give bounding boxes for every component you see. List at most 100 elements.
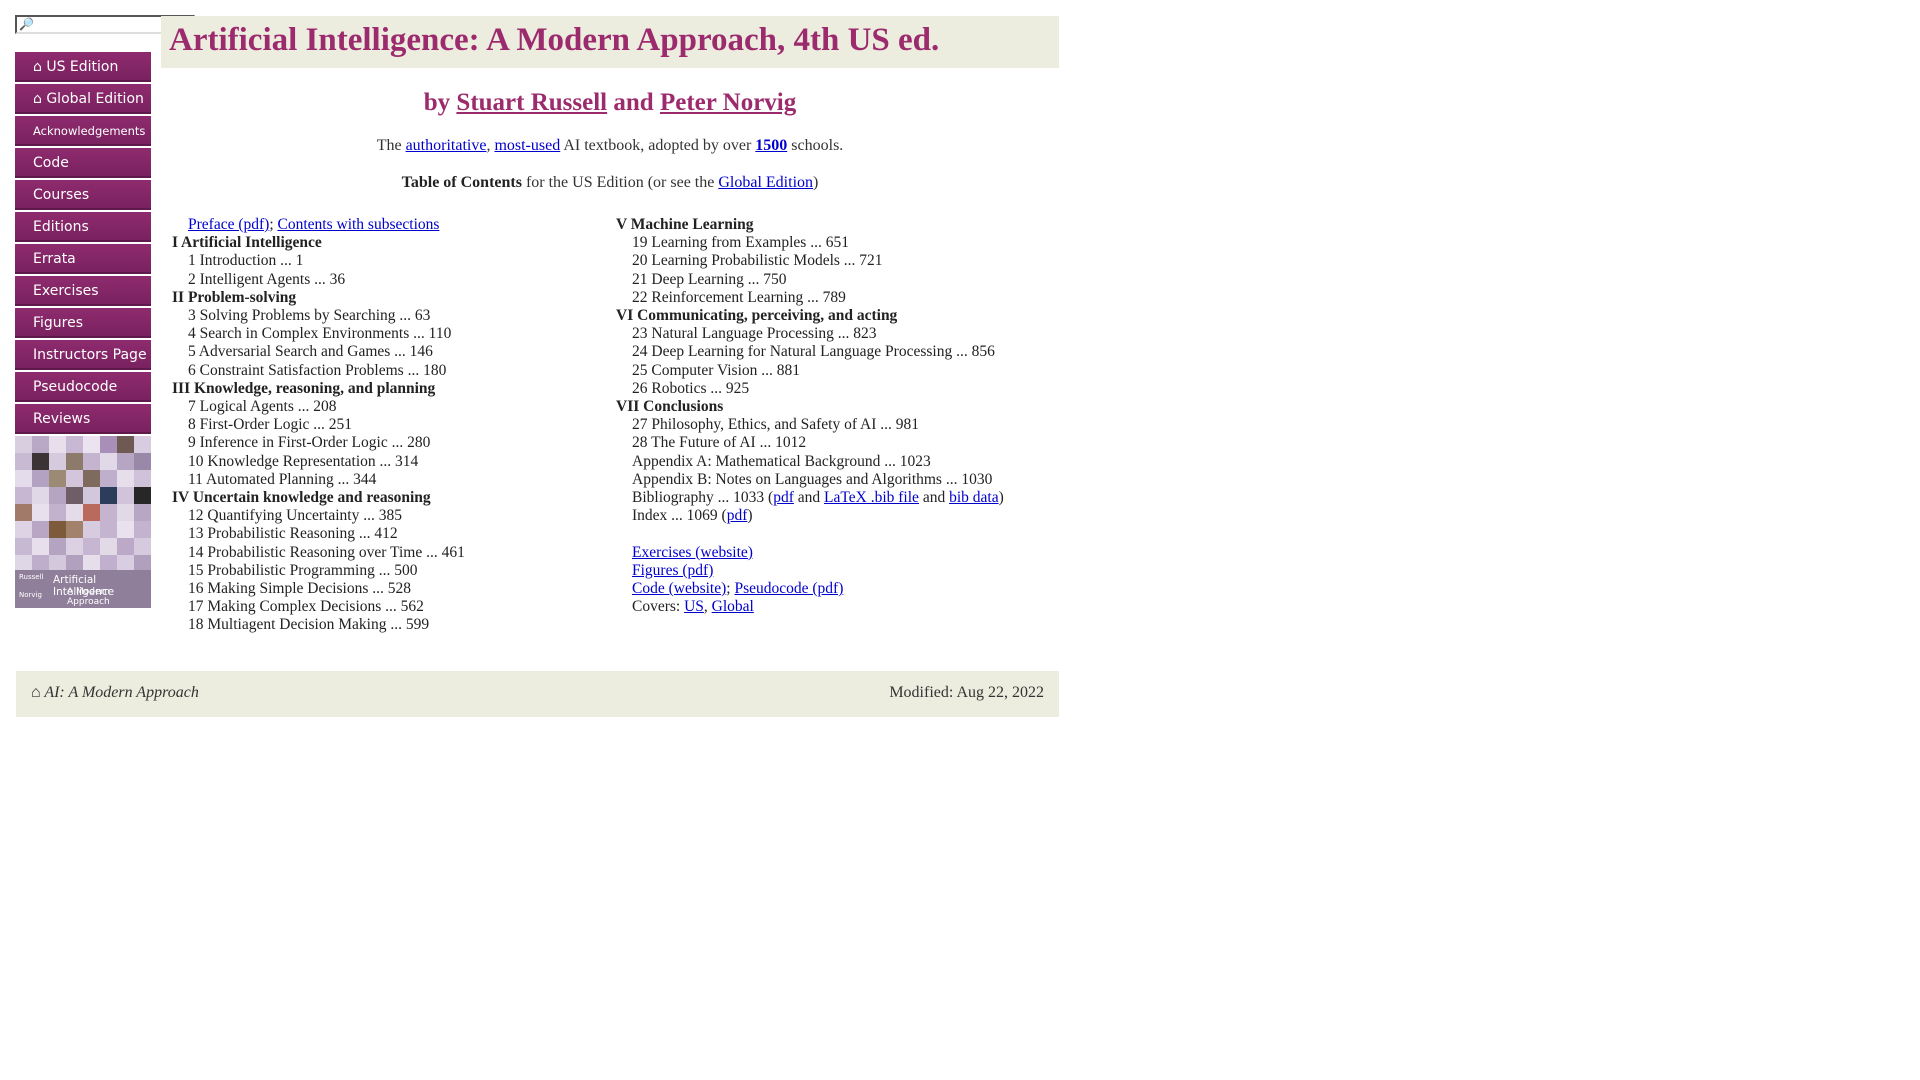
sidebar-item-exercises[interactable]: Exercises: [15, 276, 151, 306]
toc-chapter: 10 Knowledge Representation ... 314: [188, 452, 419, 470]
cover-subtitle: A Modern Approach: [67, 587, 110, 607]
index-pdf-link[interactable]: pdf: [727, 507, 748, 524]
resource-line: Code (website); Pseudocode (pdf): [616, 580, 1056, 598]
title-bar: Artificial Intelligence: A Modern Approa…: [161, 16, 1059, 68]
toc-chapter: Appendix B: Notes on Languages and Algor…: [632, 470, 993, 488]
most-used-link[interactable]: most-used: [494, 137, 560, 154]
and-text: and: [797, 489, 821, 507]
toc-chapter: 2 Intelligent Agents ... 36: [188, 270, 346, 288]
sidebar-item-errata[interactable]: Errata: [15, 244, 151, 274]
close-paren: ): [998, 489, 1004, 507]
separator: ;: [726, 580, 731, 598]
contents-subsections-link[interactable]: Contents with subsections: [278, 216, 440, 233]
toc-chapter: 3 Solving Problems by Searching ... 63: [188, 307, 431, 325]
toc-part-heading: IV Uncertain knowledge and reasoning: [172, 489, 431, 507]
toc-chapter: 16 Making Simple Decisions ... 528: [188, 580, 412, 598]
toc-chapter: 13 Probabilistic Reasoning ... 412: [188, 525, 398, 543]
cover-mosaic: [15, 436, 151, 572]
sidebar-item-code[interactable]: Code: [15, 148, 151, 178]
figures-pdf-link[interactable]: Figures (pdf): [632, 562, 713, 579]
tagline-comma: ,: [486, 137, 491, 154]
toc-heading: Table of Contents for the US Edition (or…: [161, 174, 1059, 192]
sidebar-item-acknowledgements[interactable]: Acknowledgements: [15, 116, 151, 146]
sidebar-item-pseudocode[interactable]: Pseudocode: [15, 372, 151, 402]
sidebar-item-us-edition[interactable]: ⌂ US Edition: [15, 52, 151, 82]
toc-chapter: 4 Search in Complex Environments ... 110: [188, 325, 452, 343]
toc-chapter: 14 Probabilistic Reasoning over Time ...…: [188, 543, 465, 561]
and-label: and: [613, 89, 654, 116]
toc-part-heading: II Problem-solving: [172, 288, 297, 306]
sidebar-item-reviews[interactable]: Reviews: [15, 404, 151, 434]
cover-global-link[interactable]: Global: [712, 598, 754, 615]
toc-chapter: Appendix A: Mathematical Background ... …: [632, 452, 931, 470]
toc-right-column: V Machine Learning 19 Learning from Examp…: [616, 216, 1056, 616]
toc-chapter: 27 Philosophy, Ethics, and Safety of AI …: [632, 416, 920, 434]
tagline-text: AI textbook, adopted by over: [563, 137, 752, 154]
sidebar-item-instructors-page[interactable]: Instructors Page: [15, 340, 151, 370]
cover-authors: Russell Norvig: [19, 573, 44, 599]
toc-chapter: 12 Quantifying Uncertainty ... 385: [188, 507, 402, 525]
index-text: Index ... 1069 (: [632, 507, 727, 525]
by-label: by: [423, 89, 451, 116]
resource-line: Figures (pdf): [616, 562, 1056, 580]
preface-line: Preface (pdf); Contents with subsections: [172, 216, 592, 234]
toc-chapter: 8 First-Order Logic ... 251: [188, 416, 353, 434]
sidebar-item-courses[interactable]: Courses: [15, 180, 151, 210]
toc-chapter: 26 Robotics ... 925: [632, 379, 750, 397]
tagline-text: The: [376, 137, 402, 154]
exercises-website-link[interactable]: Exercises (website): [632, 544, 753, 561]
page-title: Artificial Intelligence: A Modern Approa…: [169, 22, 940, 58]
toc-part-heading: VI Communicating, perceiving, and acting: [616, 307, 898, 325]
toc-chapter: 28 The Future of AI ... 1012: [632, 434, 807, 452]
sidebar-item-figures[interactable]: Figures: [15, 308, 151, 338]
footer-bar: ⌂ AI: A Modern Approach Modified: Aug 22…: [16, 671, 1059, 717]
author-link-norvig[interactable]: Peter Norvig: [660, 89, 796, 116]
toc-chapter: 18 Multiagent Decision Making ... 599: [188, 616, 430, 634]
toc-chapter: 21 Deep Learning ... 750: [632, 270, 787, 288]
toc-chapter: 15 Probabilistic Programming ... 500: [188, 561, 418, 579]
separator: ;: [269, 216, 274, 233]
code-website-link[interactable]: Code (website): [632, 580, 726, 597]
book-cover-image[interactable]: Russell Norvig Artificial Intelligence A …: [15, 436, 151, 608]
toc-chapter: 11 Automated Planning ... 344: [188, 470, 377, 488]
toc-chapter: 7 Logical Agents ... 208: [188, 398, 337, 416]
adoptions-link[interactable]: 1500: [755, 137, 787, 154]
covers-line: Covers: US, Global: [616, 598, 1056, 616]
cover-us-link[interactable]: US: [684, 598, 704, 615]
toc-chapter: 24 Deep Learning for Natural Language Pr…: [632, 343, 995, 361]
close-paren: ): [747, 507, 753, 525]
toc-heading-close: ): [813, 174, 819, 191]
tagline: The authoritative, most-used AI textbook…: [161, 137, 1059, 155]
separator: ,: [703, 598, 708, 616]
global-edition-link[interactable]: Global Edition: [718, 174, 813, 191]
toc-chapter: 5 Adversarial Search and Games ... 146: [188, 343, 433, 361]
toc-chapter: 20 Learning Probabilistic Models ... 721: [632, 252, 883, 270]
authoritative-link[interactable]: authoritative: [406, 137, 487, 154]
modified-date: Modified: Aug 22, 2022: [889, 684, 1044, 701]
sidebar-item-editions[interactable]: Editions: [15, 212, 151, 242]
toc-chapter: 1 Introduction ... 1: [188, 252, 304, 270]
pseudocode-pdf-link[interactable]: Pseudocode (pdf): [734, 580, 843, 597]
toc-chapter: 19 Learning from Examples ... 651: [632, 234, 849, 252]
and-text: and: [922, 489, 946, 507]
sidebar-item-global-edition[interactable]: ⌂ Global Edition: [15, 84, 151, 114]
toc-heading-bold: Table of Contents: [401, 174, 522, 191]
tagline-text: schools.: [791, 137, 844, 154]
bibliography-pdf-link[interactable]: pdf: [773, 489, 794, 506]
index-line: Index ... 1069 (pdf): [616, 507, 1056, 525]
authors-line: by Stuart Russell and Peter Norvig: [161, 89, 1059, 117]
toc-chapter: 25 Computer Vision ... 881: [632, 361, 800, 379]
resource-line: Exercises (website): [616, 544, 1056, 562]
bibliography-line: Bibliography ... 1033 (pdf and LaTeX .bi…: [616, 489, 1056, 507]
toc-chapter: 17 Making Complex Decisions ... 562: [188, 598, 424, 616]
toc-left-column: Preface (pdf); Contents with subsections…: [172, 216, 592, 635]
author-link-russell[interactable]: Stuart Russell: [456, 89, 607, 116]
bib-file-link[interactable]: LaTeX .bib file: [824, 489, 919, 506]
toc-chapter: 9 Inference in First-Order Logic ... 280: [188, 434, 431, 452]
toc-chapter: 23 Natural Language Processing ... 823: [632, 325, 877, 343]
preface-pdf-link[interactable]: Preface (pdf): [188, 216, 269, 233]
footer-home-link[interactable]: ⌂ AI: A Modern Approach: [31, 684, 199, 702]
toc-part-heading: VII Conclusions: [616, 398, 724, 416]
toc-chapter: 6 Constraint Satisfaction Problems ... 1…: [188, 361, 447, 379]
bib-data-link[interactable]: bib data: [949, 489, 999, 506]
